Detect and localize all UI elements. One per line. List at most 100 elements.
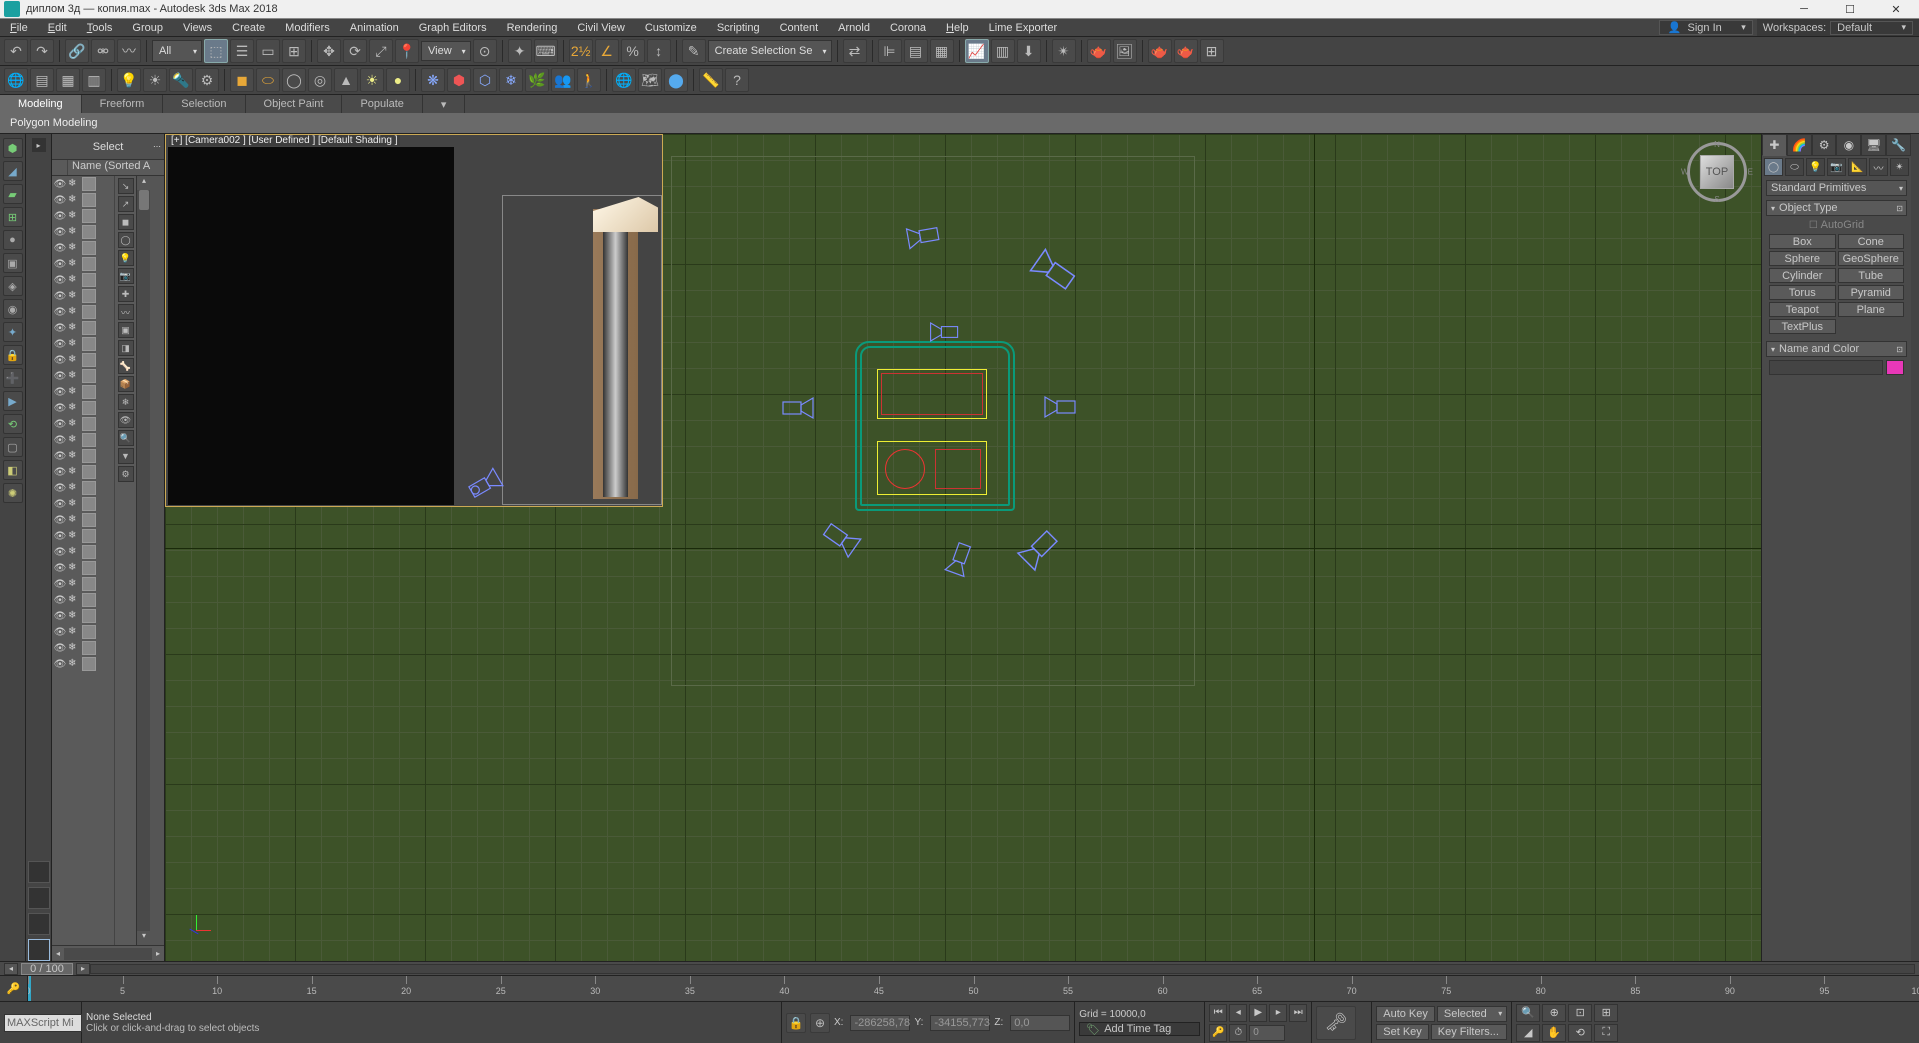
time-config-button[interactable]: ⏱	[1229, 1024, 1247, 1042]
select-region-rect-button[interactable]: ▭	[256, 39, 280, 63]
filter-hidden-icon[interactable]: 👁	[118, 412, 134, 428]
swatch-3[interactable]	[28, 913, 50, 935]
orbit-icon[interactable]: ⟲	[3, 414, 23, 434]
list-item[interactable]: 👁❄	[52, 544, 114, 560]
filter-xref-icon[interactable]: ◨	[118, 340, 134, 356]
lock-selection-icon[interactable]: 🔒	[786, 1013, 806, 1033]
pan-button[interactable]: ✋	[1542, 1024, 1566, 1042]
fov-button[interactable]: ◢	[1516, 1024, 1540, 1042]
manipulate-button[interactable]: ✦	[508, 39, 532, 63]
geo-torus-button[interactable]: ◎	[308, 68, 332, 92]
geo-cylinder-button[interactable]: ◯	[282, 68, 306, 92]
key-selected-dropdown[interactable]: Selected▾	[1437, 1006, 1507, 1022]
set-key-button[interactable]: Set Key	[1376, 1024, 1429, 1040]
list-item[interactable]: 👁❄	[52, 576, 114, 592]
goto-start-button[interactable]: ⏮	[1209, 1004, 1227, 1022]
timeslider-prev[interactable]: ◂	[4, 963, 18, 975]
list-item[interactable]: 👁❄	[52, 656, 114, 672]
zoom-extents-all-button[interactable]: ⊞	[1594, 1004, 1618, 1022]
selection-lock-icon[interactable]: 🔒	[3, 345, 23, 365]
subtab-helpers[interactable]: 📐	[1848, 158, 1867, 176]
measure-button[interactable]: 📏	[699, 68, 723, 92]
asset-library-button[interactable]: 🌐	[4, 68, 28, 92]
prev-frame-button[interactable]: ◂	[1229, 1004, 1247, 1022]
render-setup-button[interactable]: 🫖	[1087, 39, 1111, 63]
list-item[interactable]: 👁❄	[52, 368, 114, 384]
z-coord-input[interactable]: 0,0	[1010, 1015, 1070, 1031]
tab-modify[interactable]: 🌈	[1787, 134, 1812, 156]
tab-create[interactable]: ✚	[1762, 134, 1787, 156]
add-time-icon[interactable]: ➕	[3, 368, 23, 388]
viewport-label[interactable]: [+] [Camera002 ] [User Defined ] [Defaul…	[169, 135, 400, 146]
rotate-button[interactable]: ⟳	[343, 39, 367, 63]
render-iterate-button[interactable]: 🫖	[1174, 39, 1198, 63]
primitive-textplus[interactable]: TextPlus	[1769, 319, 1836, 334]
play-anim-icon[interactable]: ▶	[3, 391, 23, 411]
spinner-snap-button[interactable]: ↕	[647, 39, 671, 63]
percent-snap-button[interactable]: %	[621, 39, 645, 63]
mirror-button[interactable]: ⇄	[843, 39, 867, 63]
geo-box-button[interactable]: ◼	[230, 68, 254, 92]
primitive-sphere[interactable]: Sphere	[1769, 251, 1836, 266]
primitive-box[interactable]: Box	[1769, 234, 1836, 249]
list-item[interactable]: 👁❄	[52, 288, 114, 304]
object-name-input[interactable]	[1769, 360, 1883, 375]
geo-sphere-button[interactable]: ⬭	[256, 68, 280, 92]
list-item[interactable]: 👁❄	[52, 480, 114, 496]
menu-corona[interactable]: Corona	[880, 19, 936, 36]
track-bar[interactable]: 🔑 05101520253035404550556065707580859095…	[0, 975, 1919, 1001]
keyboard-shortcut-button[interactable]: ⌨	[534, 39, 558, 63]
list-item[interactable]: 👁❄	[52, 240, 114, 256]
play-button[interactable]: ▶	[1249, 1004, 1267, 1022]
daylight-button[interactable]: 🌐	[612, 68, 636, 92]
move-button[interactable]: ✥	[317, 39, 341, 63]
subtab-systems[interactable]: ✴	[1890, 158, 1909, 176]
list-item[interactable]: 👁❄	[52, 336, 114, 352]
ribbon-tab-freeform[interactable]: Freeform	[82, 95, 164, 113]
list-item[interactable]: 👁❄	[52, 176, 114, 192]
menu-civil-view[interactable]: Civil View	[567, 19, 634, 36]
key-filters-button[interactable]: Key Filters...	[1431, 1024, 1507, 1040]
subtab-geometry[interactable]: ◯	[1764, 158, 1783, 176]
subtab-cameras[interactable]: 📷	[1827, 158, 1846, 176]
help-about-button[interactable]: ?	[725, 68, 749, 92]
geo-circle-button[interactable]: ●	[386, 68, 410, 92]
particle-flow-button[interactable]: ⬢	[447, 68, 471, 92]
ref-coord-dropdown[interactable]: View	[421, 41, 471, 61]
environment-button[interactable]: 🗺	[638, 68, 662, 92]
menu-animation[interactable]: Animation	[340, 19, 409, 36]
select-by-name-button[interactable]: ☰	[230, 39, 254, 63]
toggle-ribbon-button[interactable]: ▦	[930, 39, 954, 63]
undo-button[interactable]: ↶	[4, 39, 28, 63]
filter-shape-icon[interactable]: ◯	[118, 232, 134, 248]
primitive-cone[interactable]: Cone	[1838, 234, 1905, 249]
crease-explorer-button[interactable]: ▥	[82, 68, 106, 92]
swatch-2[interactable]	[28, 887, 50, 909]
placement-button[interactable]: 📍	[395, 39, 419, 63]
ribbon-panel-label[interactable]: Polygon Modeling	[0, 113, 1919, 133]
wireframe-icon[interactable]: ▢	[3, 437, 23, 457]
filter-funnel-icon[interactable]: ▼	[118, 448, 134, 464]
geo-cone-button[interactable]: ▲	[334, 68, 358, 92]
filter-group-icon[interactable]: ▣	[118, 322, 134, 338]
light-lister-button[interactable]: ⚙	[195, 68, 219, 92]
filter-geom-icon[interactable]: ◼	[118, 214, 134, 230]
menu-help[interactable]: Help	[936, 19, 979, 36]
col-visibility-icon[interactable]	[52, 160, 68, 175]
crowd-button[interactable]: 👥	[551, 68, 575, 92]
ribbon-tab-selection[interactable]: Selection	[163, 95, 245, 113]
realistic-icon[interactable]: ✺	[3, 483, 23, 503]
maxscript-mini-listener[interactable]: MAXScript Mi	[4, 1014, 82, 1032]
list-item[interactable]: 👁❄	[52, 592, 114, 608]
scene-explorer-button[interactable]: ▤	[30, 68, 54, 92]
menu-customize[interactable]: Customize	[635, 19, 707, 36]
tab-utilities[interactable]: 🔧	[1886, 134, 1911, 156]
filter-search-icon[interactable]: 🔍	[118, 430, 134, 446]
workspaces-dropdown[interactable]: Default	[1830, 21, 1913, 35]
primitive-tube[interactable]: Tube	[1838, 268, 1905, 283]
schematic-view-button[interactable]: ⬇	[1017, 39, 1041, 63]
link-button[interactable]: 🔗	[65, 39, 89, 63]
y-coord-input[interactable]: -34155,773	[930, 1015, 990, 1031]
filter-light-icon[interactable]: 💡	[118, 250, 134, 266]
geo-sun-button[interactable]: ☀	[360, 68, 384, 92]
